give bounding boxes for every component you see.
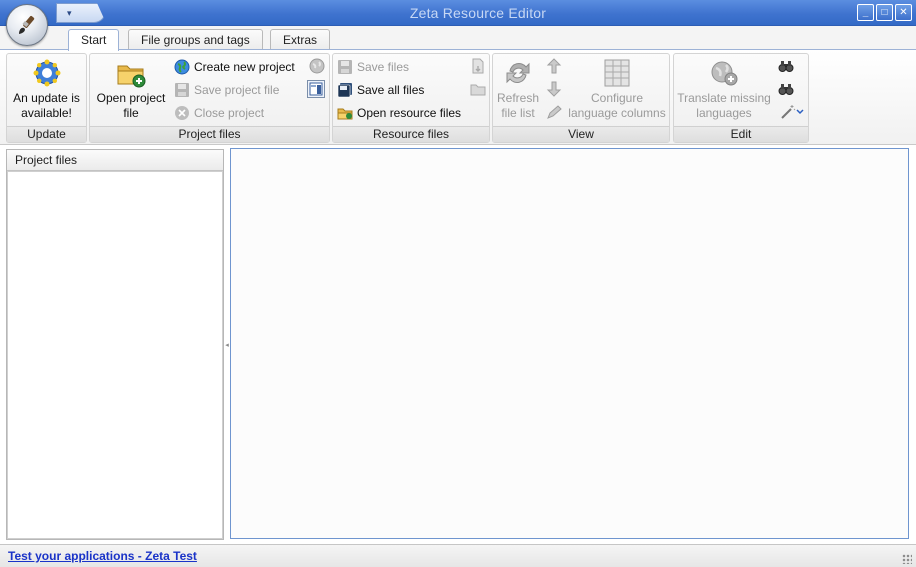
- group-label-update: Update: [7, 126, 86, 142]
- save-all-files-label: Save all files: [357, 83, 425, 97]
- application-menu-button[interactable]: [6, 4, 48, 46]
- configure-label-line2: language columns: [568, 106, 666, 120]
- resource-import-button[interactable]: [469, 57, 487, 75]
- tab-start[interactable]: Start: [68, 29, 120, 51]
- floppy-disk-icon: [338, 60, 352, 74]
- open-project-file-button[interactable]: Open project file: [92, 57, 170, 121]
- ribbon: An update is available! Update Open proj…: [0, 49, 916, 145]
- translate-icon: [711, 61, 738, 86]
- translate-label-line1: Translate missing: [677, 91, 771, 105]
- close-button[interactable]: ✕: [895, 4, 912, 21]
- update-available-button[interactable]: An update is available!: [7, 57, 86, 121]
- globe-icon: [174, 59, 190, 75]
- save-files-button[interactable]: Save files: [337, 57, 409, 77]
- create-new-project-button[interactable]: Create new project: [174, 57, 295, 77]
- project-files-panel: Project files: [6, 149, 224, 540]
- translate-label-line2: languages: [696, 106, 752, 120]
- translate-missing-languages-button[interactable]: Translate missing languages: [676, 57, 772, 121]
- magic-wand-icon: [781, 105, 796, 119]
- open-resource-files-label: Open resource files: [357, 106, 462, 120]
- find-button[interactable]: [777, 57, 795, 75]
- brush-icon: [19, 15, 35, 34]
- group-project-files: Open project file Create new project Sav…: [89, 53, 330, 143]
- main-document-area[interactable]: [230, 148, 909, 539]
- refresh-label-line2: file list: [501, 106, 535, 120]
- pencil-icon: [547, 105, 562, 119]
- table-columns-icon: [604, 59, 630, 87]
- edit-item-button[interactable]: [545, 103, 563, 121]
- open-project-label-line1: Open project: [96, 91, 166, 105]
- folder-icon: [470, 84, 486, 96]
- disabled-globe-icon: [309, 58, 325, 74]
- project-files-tree[interactable]: [7, 171, 223, 539]
- chevron-down-icon: [796, 109, 804, 115]
- move-down-button[interactable]: [545, 80, 563, 98]
- binoculars-icon: [778, 84, 794, 95]
- ribbon-tab-strip: Start File groups and tags Extras: [0, 26, 916, 51]
- save-files-label: Save files: [357, 60, 410, 74]
- group-label-view: View: [493, 126, 669, 142]
- refresh-file-list-button[interactable]: Refresh file list: [493, 57, 543, 121]
- find-next-button[interactable]: [777, 80, 795, 98]
- window-layout-icon: [309, 82, 323, 96]
- project-window-layout-button[interactable]: [307, 80, 325, 98]
- tab-extras[interactable]: Extras: [270, 29, 331, 50]
- close-project-button[interactable]: Close project: [174, 103, 264, 123]
- zeta-test-link[interactable]: Test your applications - Zeta Test: [8, 549, 197, 563]
- title-bar: ▾ Zeta Resource Editor _ □ ✕: [0, 0, 916, 26]
- configure-language-columns-button[interactable]: Configure language columns: [565, 57, 669, 121]
- gear-update-icon: [33, 59, 60, 87]
- status-bar: Test your applications - Zeta Test: [0, 544, 916, 567]
- group-edit: Translate missing languages Edit: [673, 53, 809, 143]
- floppy-disk-icon: [175, 83, 189, 97]
- project-settings-button[interactable]: [308, 57, 326, 75]
- open-folder-icon: [337, 108, 353, 120]
- update-button-label-line2: available!: [21, 106, 72, 120]
- refresh-icon: [506, 62, 530, 84]
- document-arrow-icon: [472, 58, 484, 74]
- window-title: Zeta Resource Editor: [409, 5, 547, 21]
- group-label-edit: Edit: [674, 126, 808, 142]
- resize-grip-icon[interactable]: [902, 554, 912, 564]
- resource-folder-button[interactable]: [469, 80, 487, 98]
- minimize-button[interactable]: _: [857, 4, 874, 21]
- binoculars-icon: [778, 61, 794, 72]
- arrow-down-icon: [546, 81, 562, 97]
- maximize-button[interactable]: □: [876, 4, 893, 21]
- close-project-label: Close project: [194, 106, 265, 120]
- close-project-icon: [175, 106, 189, 120]
- group-view: Refresh file list Configure language col…: [492, 53, 670, 143]
- refresh-label-line1: Refresh: [496, 91, 540, 105]
- arrow-up-icon: [546, 58, 562, 74]
- open-resource-files-button[interactable]: Open resource files: [337, 103, 461, 123]
- tab-file-groups-and-tags[interactable]: File groups and tags: [128, 29, 263, 50]
- save-all-files-button[interactable]: Save all files: [337, 80, 424, 100]
- move-up-button[interactable]: [545, 57, 563, 75]
- save-project-file-label: Save project file: [194, 83, 280, 97]
- splitter-arrow-icon: ◂: [225, 341, 229, 349]
- open-project-label-line2: file: [123, 106, 139, 120]
- group-update: An update is available! Update: [6, 53, 87, 143]
- project-files-panel-title: Project files: [7, 150, 223, 171]
- open-folder-icon: [117, 65, 146, 88]
- configure-label-line1: Configure: [590, 91, 644, 105]
- save-project-file-button[interactable]: Save project file: [174, 80, 279, 100]
- create-new-project-label: Create new project: [194, 60, 295, 74]
- save-all-icon: [337, 83, 352, 98]
- update-button-label-line1: An update is: [13, 91, 80, 105]
- group-label-project-files: Project files: [90, 126, 329, 142]
- magic-wand-dropdown-button[interactable]: [777, 103, 807, 121]
- group-resource-files: Save files Save all files Open resource …: [332, 53, 490, 143]
- group-label-resource-files: Resource files: [333, 126, 489, 142]
